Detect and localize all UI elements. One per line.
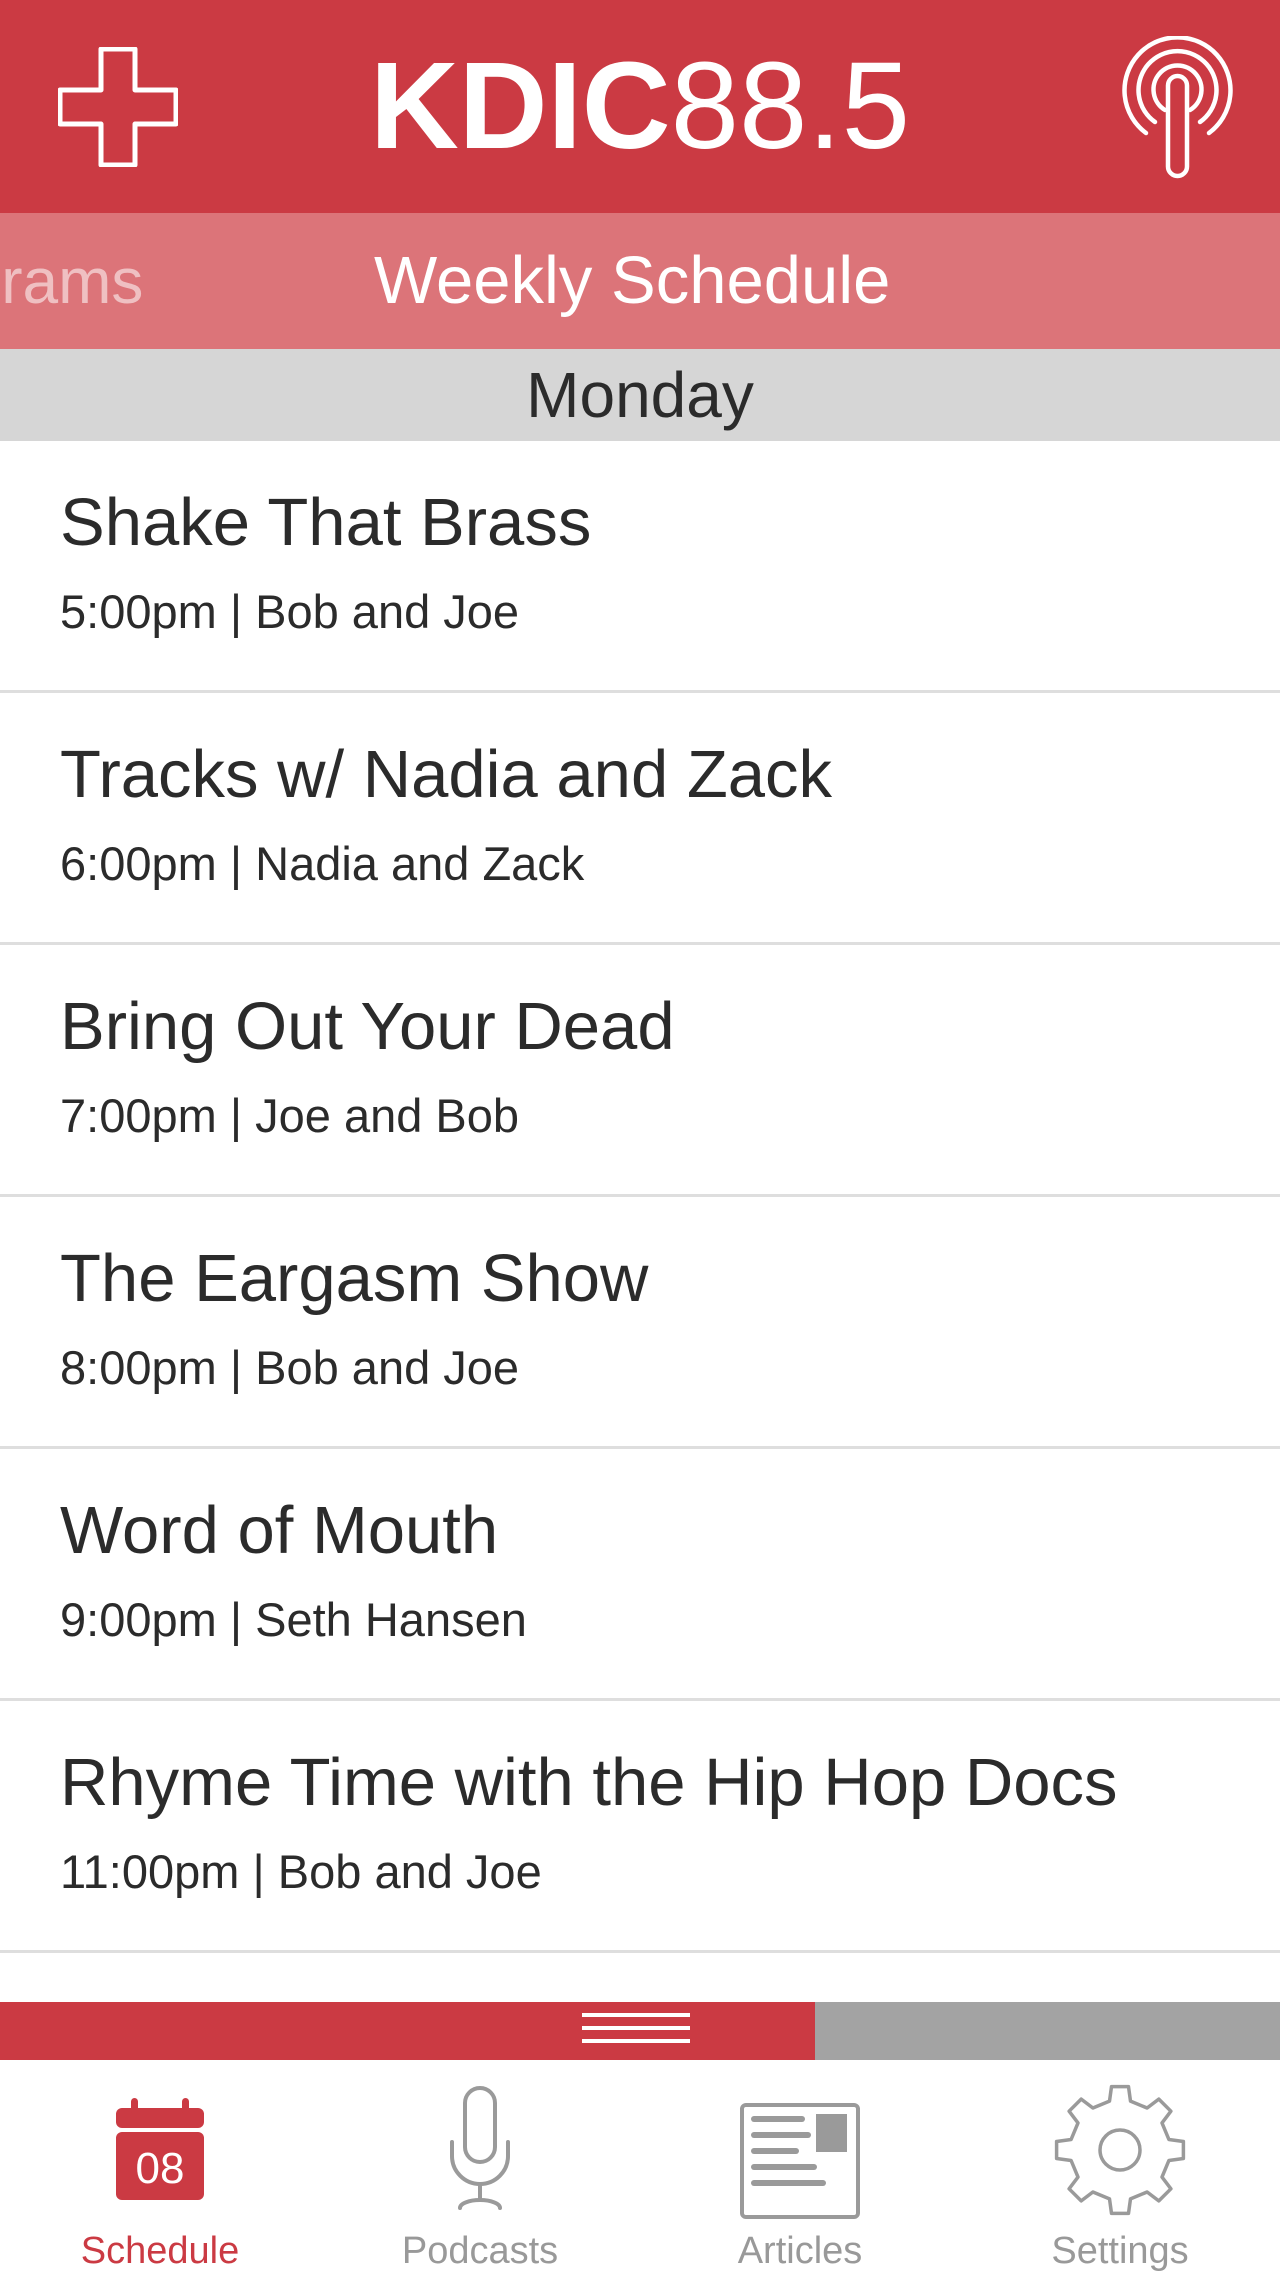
meta-separator: | [229, 1341, 243, 1394]
show-row[interactable]: Bring Out Your Dead 7:00pm | Joe and Bob [0, 945, 1280, 1197]
show-hosts: Nadia and Zack [255, 837, 585, 890]
show-hosts: Joe and Bob [255, 1089, 520, 1142]
tab-label: Articles [737, 2230, 863, 2272]
meta-separator: | [229, 585, 243, 638]
meta-separator: | [229, 837, 243, 890]
show-title: Tracks w/ Nadia and Zack [60, 737, 833, 812]
meta-separator: | [229, 1089, 243, 1142]
player-progress-bar[interactable] [0, 2002, 1280, 2060]
app-header: KDIC88.5 [0, 0, 1280, 213]
show-hosts: Bob and Joe [277, 1845, 542, 1898]
show-meta: 6:00pm | Nadia and Zack [60, 836, 584, 892]
handle-line [582, 2026, 690, 2030]
station-frequency: 88.5 [670, 38, 911, 175]
show-hosts: Bob and Joe [255, 585, 520, 638]
show-hosts: Bob and Joe [255, 1341, 520, 1394]
tab-label: Schedule [80, 2230, 240, 2272]
show-row[interactable]: Rhyme Time with the Hip Hop Docs 11:00pm… [0, 1701, 1280, 1953]
meta-separator: | [252, 1845, 265, 1898]
show-row[interactable]: The Eargasm Show 8:00pm | Bob and Joe [0, 1197, 1280, 1449]
calendar-date: 08 [136, 2144, 185, 2193]
show-row[interactable]: Shake That Brass 5:00pm | Bob and Joe [0, 441, 1280, 693]
section-pager: ograms Weekly Schedule [0, 213, 1280, 349]
day-section-header: Monday [0, 349, 1280, 441]
tab-label: Podcasts [401, 2230, 559, 2272]
handle-line [582, 2013, 690, 2017]
gear-icon [1054, 2084, 1186, 2216]
pager-previous-section[interactable]: ograms [0, 243, 143, 319]
podcast-broadcast-icon [1122, 35, 1233, 179]
show-meta: 11:00pm | Bob and Joe [60, 1844, 542, 1900]
tab-schedule[interactable]: 08 Schedule [0, 2060, 320, 2272]
station-logo: KDIC88.5 [0, 42, 1280, 172]
show-time: 6:00pm [60, 837, 217, 890]
tab-bar: 08 Schedule Podcasts Articles Settings [0, 2060, 1280, 2272]
live-stream-button[interactable] [1115, 35, 1240, 180]
tab-label: Settings [1051, 2230, 1189, 2272]
progress-fill [0, 2002, 815, 2060]
show-row[interactable]: Word of Mouth 9:00pm | Seth Hansen [0, 1449, 1280, 1701]
tab-articles[interactable]: Articles [640, 2060, 960, 2272]
show-time: 5:00pm [60, 585, 217, 638]
tab-settings[interactable]: Settings [960, 2060, 1280, 2272]
show-title: Rhyme Time with the Hip Hop Docs [60, 1745, 1118, 1820]
tab-podcasts[interactable]: Podcasts [320, 2060, 640, 2272]
newspaper-icon [740, 2103, 860, 2219]
show-meta: 8:00pm | Bob and Joe [60, 1340, 519, 1396]
show-title: Word of Mouth [60, 1493, 499, 1568]
calendar-icon: 08 [116, 2098, 204, 2200]
show-meta: 5:00pm | Bob and Joe [60, 584, 519, 640]
show-meta: 9:00pm | Seth Hansen [60, 1592, 527, 1648]
handle-line [582, 2039, 690, 2043]
show-time: 9:00pm [60, 1593, 217, 1646]
meta-separator: | [229, 1593, 243, 1646]
show-time: 7:00pm [60, 1089, 217, 1142]
player-drawer-handle[interactable] [582, 2013, 690, 2049]
station-call-sign: KDIC [369, 38, 671, 175]
show-title: Bring Out Your Dead [60, 989, 675, 1064]
pager-current-section[interactable]: Weekly Schedule [374, 243, 890, 319]
show-time: 8:00pm [60, 1341, 217, 1394]
show-row[interactable]: Tracks w/ Nadia and Zack 6:00pm | Nadia … [0, 693, 1280, 945]
microphone-icon [450, 2086, 510, 2210]
show-title: Shake That Brass [60, 485, 592, 560]
show-meta: 7:00pm | Joe and Bob [60, 1088, 519, 1144]
schedule-list: Shake That Brass 5:00pm | Bob and Joe Tr… [0, 441, 1280, 1953]
show-title: The Eargasm Show [60, 1241, 649, 1316]
show-time: 11:00pm [60, 1845, 240, 1898]
show-hosts: Seth Hansen [255, 1593, 527, 1646]
